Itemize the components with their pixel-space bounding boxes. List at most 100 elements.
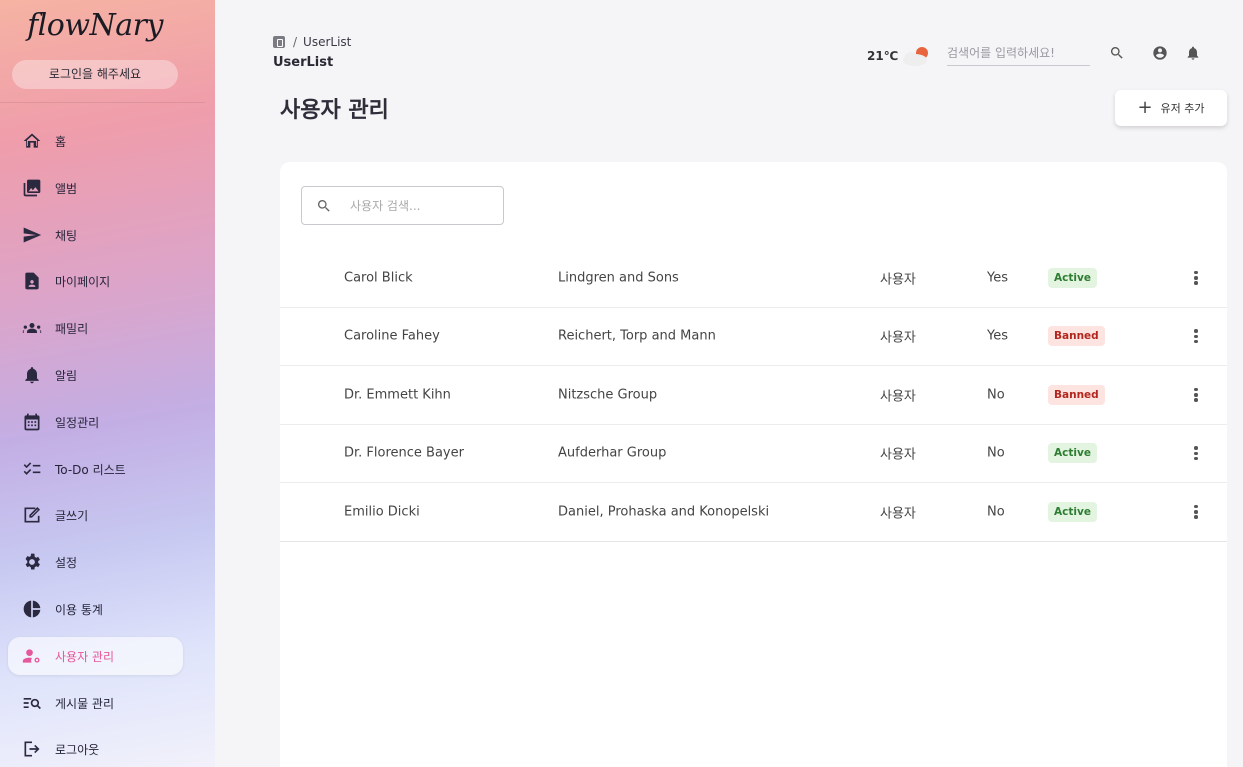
sidebar-item-label: 사용자 관리: [55, 649, 115, 664]
search-icon: [316, 198, 332, 214]
status-badge: Banned: [1048, 326, 1105, 347]
user-list-card: Carol Blick Lindgren and Sons 사용자 Yes Ac…: [280, 162, 1227, 767]
more-vert-icon[interactable]: [1186, 385, 1206, 405]
table-row[interactable]: Caroline Fahey Reichert, Torp and Mann 사…: [280, 308, 1227, 366]
table-row[interactable]: Dr. Emmett Kihn Nitzsche Group 사용자 No Ba…: [280, 366, 1227, 425]
profile-doc-icon: [21, 270, 43, 292]
partly-cloudy-sun-icon: [901, 43, 933, 67]
sidebar-item-family[interactable]: 패밀리: [8, 309, 183, 347]
user-name: Dr. Florence Bayer: [344, 445, 464, 461]
sidebar-item-schedule[interactable]: 일정관리: [8, 403, 183, 441]
sidebar-item-chat[interactable]: 채팅: [8, 216, 183, 254]
sidebar-item-label: 패밀리: [55, 321, 89, 336]
header-search-input[interactable]: [947, 40, 1090, 66]
bell-icon: [21, 364, 43, 386]
table-row[interactable]: Emilio Dicki Daniel, Prohaska and Konope…: [280, 483, 1227, 542]
plus-icon: +: [1137, 97, 1153, 118]
breadcrumb-separator: /: [293, 35, 298, 49]
more-vert-icon[interactable]: [1186, 443, 1206, 463]
sidebar-item-label: 앨범: [55, 181, 78, 196]
sidebar-item-notifications[interactable]: 알림: [8, 356, 183, 394]
user-company: Nitzsche Group: [558, 387, 658, 403]
family-icon: [21, 317, 43, 339]
user-company: Aufderhar Group: [558, 445, 667, 461]
user-name: Caroline Fahey: [344, 328, 440, 344]
sidebar-item-label: 알림: [55, 368, 78, 383]
sidebar-item-logout[interactable]: 로그아웃: [8, 730, 183, 767]
add-user-button[interactable]: + 유저 추가: [1115, 90, 1227, 126]
user-verified: No: [987, 504, 1005, 520]
sidebar-item-post-management[interactable]: 게시물 관리: [8, 684, 183, 722]
sidebar-item-user-management[interactable]: 사용자 관리: [8, 637, 183, 675]
account-icon[interactable]: [1151, 44, 1169, 62]
gear-icon: [21, 551, 43, 573]
login-button[interactable]: 로그인을 해주세요: [12, 60, 178, 89]
sidebar-item-label: 설정: [55, 555, 78, 570]
breadcrumb-home-icon[interactable]: [273, 36, 285, 48]
user-role: 사용자: [880, 272, 916, 288]
user-role: 사용자: [880, 330, 916, 346]
page-subtitle: UserList: [273, 55, 334, 70]
status-badge: Active: [1048, 267, 1097, 288]
sidebar-item-statistics[interactable]: 이용 통계: [8, 590, 183, 628]
user-company: Lindgren and Sons: [558, 270, 679, 286]
user-name: Emilio Dicki: [344, 504, 420, 520]
sidebar-item-label: 게시물 관리: [55, 696, 115, 711]
pie-chart-icon: [21, 598, 43, 620]
send-icon: [21, 224, 43, 246]
breadcrumb: / UserList: [273, 35, 351, 49]
user-search-input[interactable]: [350, 198, 500, 213]
breadcrumb-current: UserList: [303, 35, 352, 49]
user-search-box[interactable]: [301, 186, 504, 225]
home-icon: [21, 130, 43, 152]
sidebar-item-label: 글쓰기: [55, 508, 89, 523]
user-verified: No: [987, 445, 1005, 461]
user-table: Carol Blick Lindgren and Sons 사용자 Yes Ac…: [280, 249, 1227, 542]
add-user-label: 유저 추가: [1160, 102, 1205, 115]
sidebar-item-write[interactable]: 글쓰기: [8, 496, 183, 534]
sidebar-item-mypage[interactable]: 마이페이지: [8, 262, 183, 300]
user-role: 사용자: [880, 389, 916, 405]
app-logo[interactable]: flowNary: [0, 8, 190, 43]
sidebar-item-settings[interactable]: 설정: [8, 543, 183, 581]
app-root: flowNary 로그인을 해주세요 홈 앨범 채팅 마이페이지 패밀리 알림: [0, 0, 1243, 767]
edit-icon: [21, 504, 43, 526]
table-row[interactable]: Carol Blick Lindgren and Sons 사용자 Yes Ac…: [280, 249, 1227, 308]
more-vert-icon[interactable]: [1186, 268, 1206, 288]
status-badge: Active: [1048, 501, 1097, 522]
table-row[interactable]: Dr. Florence Bayer Aufderhar Group 사용자 N…: [280, 425, 1227, 483]
sidebar-item-label: 홈: [55, 134, 67, 149]
user-verified: Yes: [987, 328, 1008, 344]
sidebar-item-home[interactable]: 홈: [8, 122, 183, 160]
search-icon[interactable]: [1108, 44, 1126, 62]
logout-icon: [21, 738, 43, 760]
post-manage-icon: [21, 692, 43, 714]
sidebar-item-album[interactable]: 앨범: [8, 169, 183, 207]
album-icon: [21, 177, 43, 199]
more-vert-icon[interactable]: [1186, 502, 1206, 522]
user-verified: No: [987, 387, 1005, 403]
calendar-icon: [21, 411, 43, 433]
bell-icon[interactable]: [1184, 44, 1202, 62]
user-company: Reichert, Torp and Mann: [558, 328, 716, 344]
status-badge: Active: [1048, 443, 1097, 464]
user-verified: Yes: [987, 270, 1008, 286]
sidebar-item-label: To-Do 리스트: [55, 462, 126, 477]
sidebar-item-todo[interactable]: To-Do 리스트: [8, 450, 183, 488]
user-role: 사용자: [880, 506, 916, 522]
sidebar-item-label: 로그아웃: [55, 742, 100, 757]
user-manage-icon: [21, 645, 43, 667]
weather-temperature: 21℃: [867, 49, 899, 63]
page-title: 사용자 관리: [280, 98, 389, 123]
user-company: Daniel, Prohaska and Konopelski: [558, 504, 770, 520]
more-vert-icon[interactable]: [1186, 326, 1206, 346]
user-name: Dr. Emmett Kihn: [344, 387, 451, 403]
user-role: 사용자: [880, 447, 916, 463]
status-badge: Banned: [1048, 384, 1105, 405]
sidebar-item-label: 일정관리: [55, 415, 100, 430]
user-name: Carol Blick: [344, 270, 413, 286]
sidebar: flowNary 로그인을 해주세요 홈 앨범 채팅 마이페이지 패밀리 알림: [0, 0, 215, 767]
sidebar-item-label: 이용 통계: [55, 602, 103, 617]
sidebar-item-label: 마이페이지: [55, 274, 111, 289]
sidebar-item-label: 채팅: [55, 228, 78, 243]
